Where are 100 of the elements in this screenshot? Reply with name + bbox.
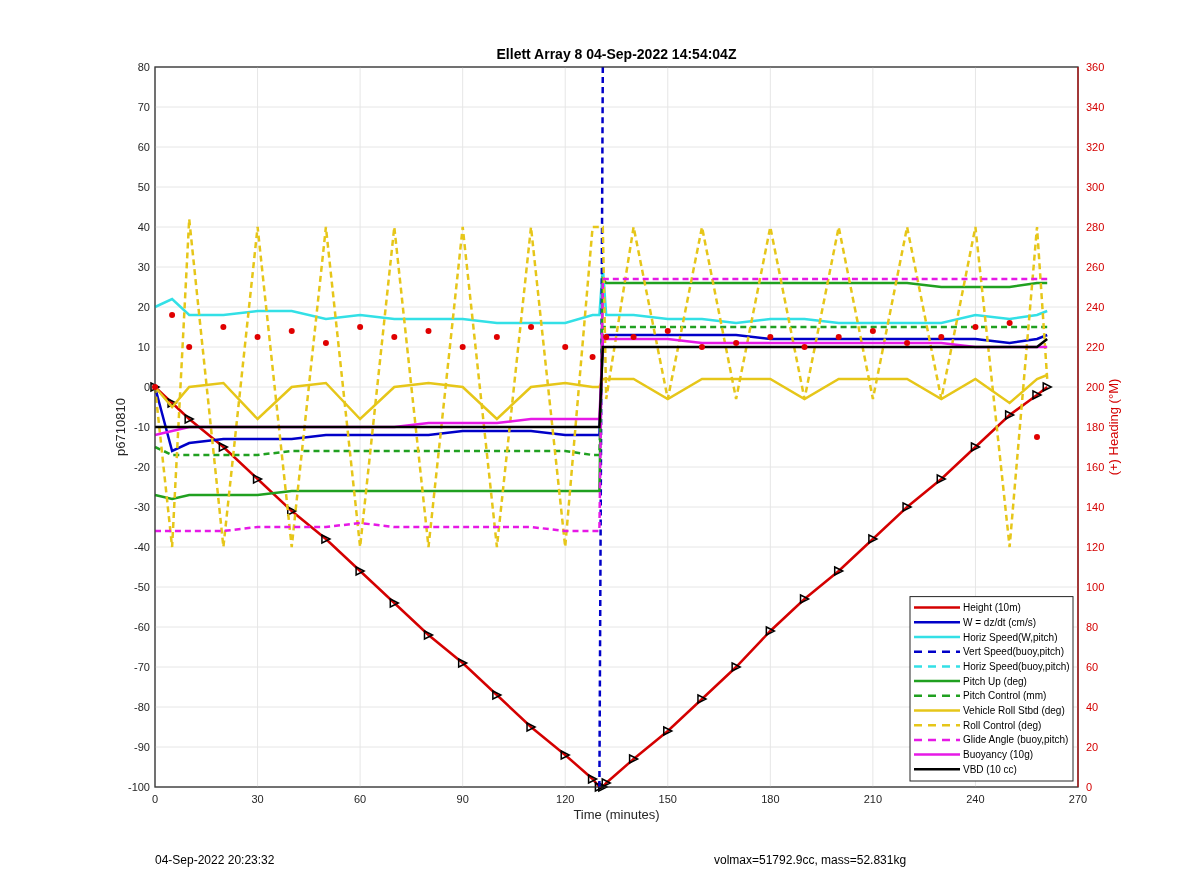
y-tick-label: -10	[134, 421, 150, 433]
legend-line-sample	[914, 753, 960, 756]
x-tick-label: 30	[251, 793, 264, 805]
legend-line-sample	[914, 606, 960, 609]
y-tick-label: 30	[137, 261, 150, 273]
triangle-marker	[287, 505, 298, 517]
y-tick-label: -80	[134, 701, 150, 713]
legend-label: Pitch Control (mm)	[963, 690, 1047, 702]
data-point	[357, 324, 364, 330]
triangle-marker	[389, 597, 400, 609]
right-tick-label: 320	[1086, 141, 1105, 153]
y-tick-label: -50	[134, 581, 150, 593]
right-tick-label: 220	[1086, 341, 1105, 353]
legend-label: Buoyancy (10g)	[963, 749, 1034, 761]
triangle-marker	[731, 661, 742, 673]
legend-label: Roll Control (deg)	[963, 719, 1042, 731]
legend-line-sample	[914, 709, 960, 712]
triangle-marker	[1032, 389, 1043, 401]
data-point	[562, 344, 569, 350]
legend-label: Vehicle Roll Stbd (deg)	[963, 705, 1065, 716]
chart-title: Ellett Array 8 04-Sep-2022 14:54:04Z	[496, 46, 737, 62]
right-tick-label: 360	[1086, 61, 1105, 73]
triangle-marker	[868, 533, 879, 545]
x-tick-label: 210	[863, 793, 883, 805]
triangle-marker	[167, 397, 178, 409]
right-tick-label: 340	[1086, 101, 1105, 113]
data-point	[589, 354, 596, 360]
legend-line-sample	[914, 621, 960, 624]
triangle-marker	[765, 625, 776, 637]
right-tick-label: 120	[1086, 541, 1105, 553]
legend-label: W = dz/dt (cm/s)	[963, 616, 1037, 628]
x-tick-label: 270	[1068, 793, 1088, 805]
y-tick-label: -70	[134, 661, 150, 673]
triangle-marker	[560, 749, 571, 761]
triangle-marker	[1042, 381, 1053, 393]
data-point	[630, 334, 637, 340]
y-tick-label: 10	[137, 341, 150, 353]
x-tick-label: 90	[456, 793, 469, 805]
x-tick-label: 120	[556, 793, 575, 805]
right-tick-label: 300	[1086, 181, 1105, 193]
data-point	[767, 334, 774, 340]
legend-line-sample	[914, 768, 960, 771]
legend-line-sample	[914, 635, 960, 639]
y-tick-label: 20	[137, 301, 150, 313]
x-tick-label: 180	[761, 793, 780, 805]
data-point	[186, 344, 193, 350]
data-point	[391, 334, 398, 340]
data-point	[698, 344, 705, 350]
x-tick-label: 240	[966, 793, 985, 805]
right-tick-label: 60	[1086, 661, 1099, 673]
right-tick-label: 260	[1086, 261, 1105, 273]
data-point	[493, 334, 500, 340]
triangle-marker	[587, 773, 599, 785]
right-tick-label: 100	[1086, 581, 1105, 593]
y-axis-label: p6710810	[113, 398, 128, 456]
triangle-marker	[526, 721, 537, 733]
data-point	[835, 334, 842, 340]
data-point	[322, 340, 329, 346]
y-tick-label: -30	[134, 501, 150, 513]
data-point	[459, 344, 466, 350]
triangle-marker	[218, 441, 230, 453]
legend-label: Horiz Speed(buoy,pitch)	[963, 660, 1070, 672]
triangle-marker	[184, 413, 195, 425]
triangle-marker	[423, 629, 435, 641]
right-tick-label: 200	[1086, 381, 1105, 393]
triangle-marker	[970, 441, 982, 453]
legend-label: Horiz Speed(W,pitch)	[963, 631, 1058, 643]
legend-line-sample	[914, 650, 960, 653]
legend-line-sample	[914, 679, 960, 683]
triangle-marker	[697, 693, 708, 705]
y-tick-label: 0	[143, 381, 150, 393]
data-point	[733, 340, 740, 346]
data-point	[169, 312, 176, 318]
x-tick-label: 60	[354, 793, 367, 805]
legend-line-sample	[914, 723, 960, 727]
right-tick-label: 20	[1086, 741, 1099, 753]
data-point	[664, 328, 671, 334]
data-point	[220, 324, 227, 330]
triangle-marker	[321, 533, 332, 545]
y-tick-label: -60	[134, 621, 150, 633]
right-tick-label: 240	[1086, 301, 1105, 313]
legend-line-sample	[914, 694, 960, 698]
right-tick-label: 180	[1086, 421, 1105, 433]
data-point	[938, 334, 945, 340]
legend-label: Height (10m)	[963, 602, 1021, 614]
legend-label: Glide Angle (buoy,pitch)	[963, 734, 1069, 746]
triangle-marker	[492, 689, 503, 701]
data-point	[288, 328, 295, 334]
legend-line-sample	[914, 665, 960, 668]
y-tick-label: 80	[137, 61, 150, 73]
triangle-marker	[902, 501, 913, 513]
data-point	[528, 324, 535, 330]
data-point	[904, 340, 911, 346]
data-point	[1034, 434, 1040, 440]
legend-line-sample	[914, 738, 960, 742]
data-point	[425, 328, 432, 334]
triangle-marker	[628, 753, 640, 765]
y-tick-label: -20	[134, 461, 150, 473]
y-tick-label: -90	[134, 741, 150, 753]
right-tick-label: 80	[1086, 621, 1099, 633]
